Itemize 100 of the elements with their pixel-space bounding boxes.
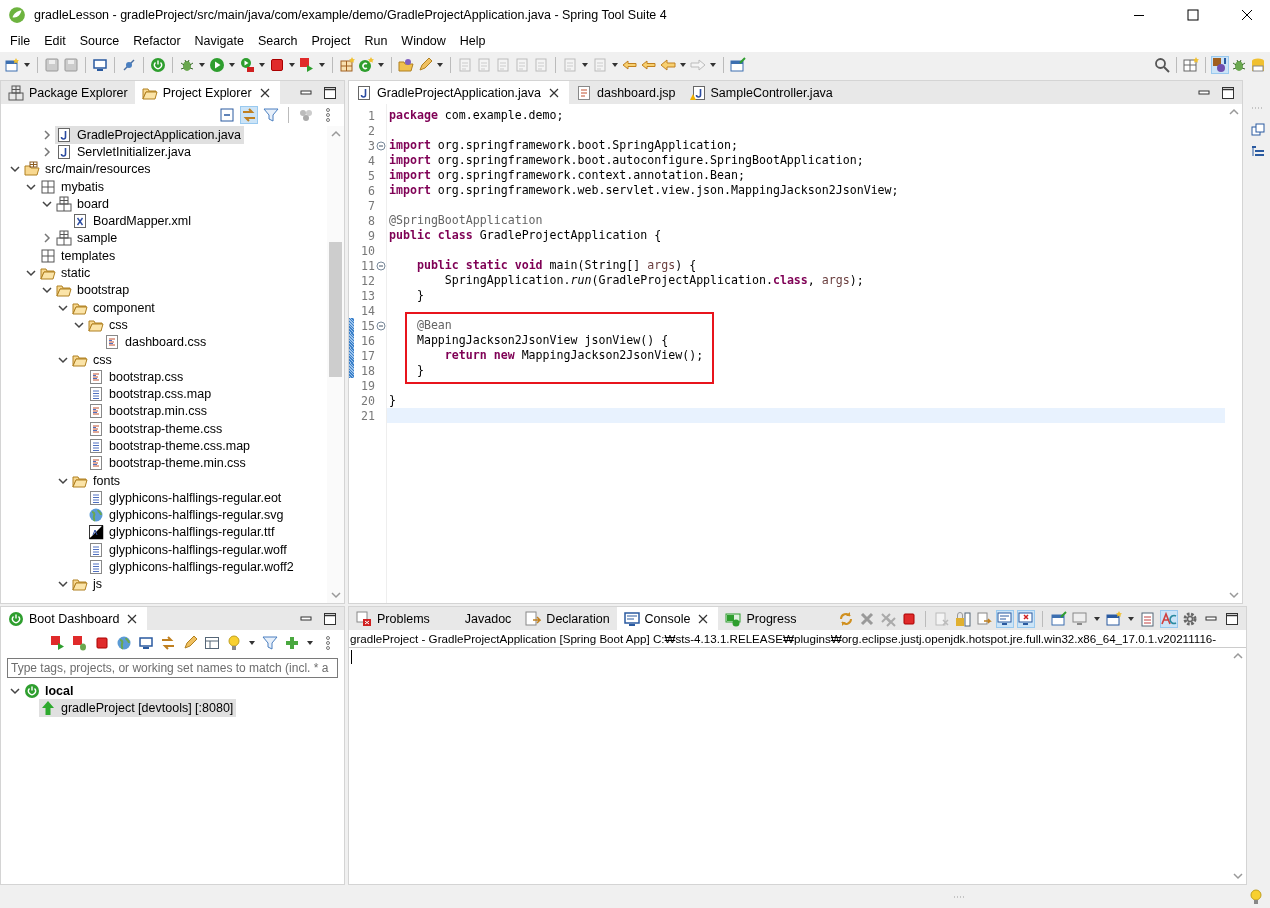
tree-item[interactable]: css [87,315,131,334]
menu-item[interactable]: Refactor [126,34,188,48]
panel-tab[interactable]: Package Explorer [1,81,135,104]
panel-tab[interactable]: Javadoc [436,607,519,630]
plus-icon[interactable] [284,635,300,651]
stop-debug-icon[interactable] [72,635,88,651]
tree-item[interactable]: glyphicons-halflings-regular.woff [87,540,290,559]
tree-item[interactable]: mybatis [39,177,108,196]
clipboard-icon[interactable] [1140,610,1156,627]
scroll-lock-icon[interactable] [955,610,971,627]
fold-icon[interactable] [376,140,386,151]
gear-icon[interactable] [1182,610,1198,627]
bulb-icon[interactable] [226,635,242,651]
maximize-icon[interactable] [1224,610,1240,627]
tree-item[interactable]: glyphicons-halflings-regular.svg [87,506,287,525]
power-icon[interactable] [150,57,166,73]
filter-icon[interactable] [263,107,279,123]
tree-item[interactable]: dashboard.css [103,333,210,352]
tree-item[interactable]: js [71,575,106,594]
restore-icon[interactable] [1250,122,1266,138]
scrollbar-thumb[interactable] [329,242,342,377]
stop-icon[interactable] [901,610,917,627]
open-folder-icon[interactable] [398,57,414,73]
table-icon[interactable] [204,635,220,651]
arrow-left-icon[interactable] [641,57,657,73]
menu-item[interactable]: File [3,34,38,48]
letters-icon[interactable] [1161,610,1177,627]
tree-item[interactable]: templates [39,246,119,265]
tree-item[interactable]: bootstrap-theme.min.css [87,454,249,473]
new-package-icon[interactable] [339,57,355,73]
globe-icon[interactable] [116,635,132,651]
tree-item[interactable]: glyphicons-halflings-regular.ttf [87,523,278,542]
window-pin-icon[interactable] [730,57,746,73]
tree-item[interactable]: bootstrap.css [87,367,187,386]
tree-item[interactable]: src/main/resources [23,160,154,179]
panel-tab[interactable]: Console [616,607,719,630]
fold-icon[interactable] [376,260,386,271]
stop-run-icon[interactable] [299,57,315,73]
tree-item[interactable]: bootstrap-theme.css.map [87,437,254,455]
git-icon[interactable] [1250,57,1266,73]
tree-item[interactable]: glyphicons-halflings-regular.eot [87,488,285,507]
tree-item[interactable]: static [39,264,94,283]
menu-item[interactable]: Run [357,34,395,48]
menu-item[interactable]: Help [452,34,493,48]
tree-item[interactable]: gradleProject [devtools] [:8080] [39,698,237,717]
fold-icon[interactable] [376,320,386,331]
tree-item[interactable]: local [23,682,77,700]
tree-item[interactable]: sample [55,229,121,248]
perspective-icon[interactable] [1183,57,1199,73]
filter-field[interactable]: Type tags, projects, or working set names to match (incl. * a [7,658,338,678]
tree-item[interactable]: glyphicons-halflings-regular.woff2 [87,558,297,577]
tree-item[interactable]: bootstrap [55,281,133,300]
new-icon[interactable] [4,57,20,73]
maximize-icon[interactable] [322,84,338,101]
panel-tab[interactable]: GradleProjectApplication.java [349,81,569,104]
panel-tab[interactable]: Progress [718,607,804,630]
bulb-icon[interactable] [1248,889,1264,905]
monitor-icon[interactable] [138,635,154,651]
new-console-icon[interactable] [1106,610,1122,627]
console-output-icon[interactable] [997,610,1013,627]
remove-icon[interactable] [859,610,875,627]
monitor-icon[interactable] [92,57,108,73]
tree-item[interactable]: BoardMapper.xml [71,212,194,231]
menu-item[interactable]: Project [304,34,358,48]
console-error-icon[interactable] [1018,610,1034,627]
maximize-icon[interactable] [1220,84,1236,101]
panel-tab[interactable]: dashboard.jsp [569,81,683,104]
tree-item[interactable]: bootstrap.min.css [87,402,210,421]
panel-tab[interactable]: Declaration [518,607,617,630]
tree-item[interactable]: board [55,194,112,213]
tree-item[interactable]: fonts [71,471,124,490]
menu-item[interactable]: Window [394,34,453,48]
bug-icon[interactable] [1231,57,1247,73]
breakpoint-icon[interactable] [121,57,137,73]
bug-icon[interactable] [179,57,195,73]
tree-item[interactable]: component [71,298,158,317]
menu-item[interactable]: Edit [37,34,73,48]
tree-item[interactable]: bootstrap-theme.css [87,419,226,438]
collapse-all-icon[interactable] [219,107,235,123]
menu-item[interactable]: Navigate [187,34,251,48]
sync-icon[interactable] [838,610,854,627]
link-arrows-icon[interactable] [241,107,257,123]
pencil-icon[interactable] [182,635,198,651]
stop-run-icon[interactable] [50,635,66,651]
tree-item[interactable]: ServletInitializer.java [55,142,194,161]
menu-item[interactable]: Search [250,34,305,48]
tree-item[interactable]: bootstrap.css.map [87,385,215,404]
panel-tab[interactable]: SampleController.java [682,81,840,104]
java-perspective-icon[interactable] [1212,57,1228,73]
maximize-icon[interactable] [322,610,338,627]
link-arrows-icon[interactable] [160,635,176,651]
panel-tab[interactable]: Problems [349,607,437,630]
tree-item[interactable]: GradleProjectApplication.java [55,126,244,144]
run-icon[interactable] [239,57,255,73]
tree-item[interactable]: css [71,350,115,369]
stop-icon[interactable] [269,57,285,73]
search-icon[interactable] [1154,57,1170,73]
panel-tab[interactable]: Boot Dashboard [1,607,148,630]
display-console-icon[interactable] [1072,610,1088,627]
dots-icon[interactable] [298,107,314,123]
